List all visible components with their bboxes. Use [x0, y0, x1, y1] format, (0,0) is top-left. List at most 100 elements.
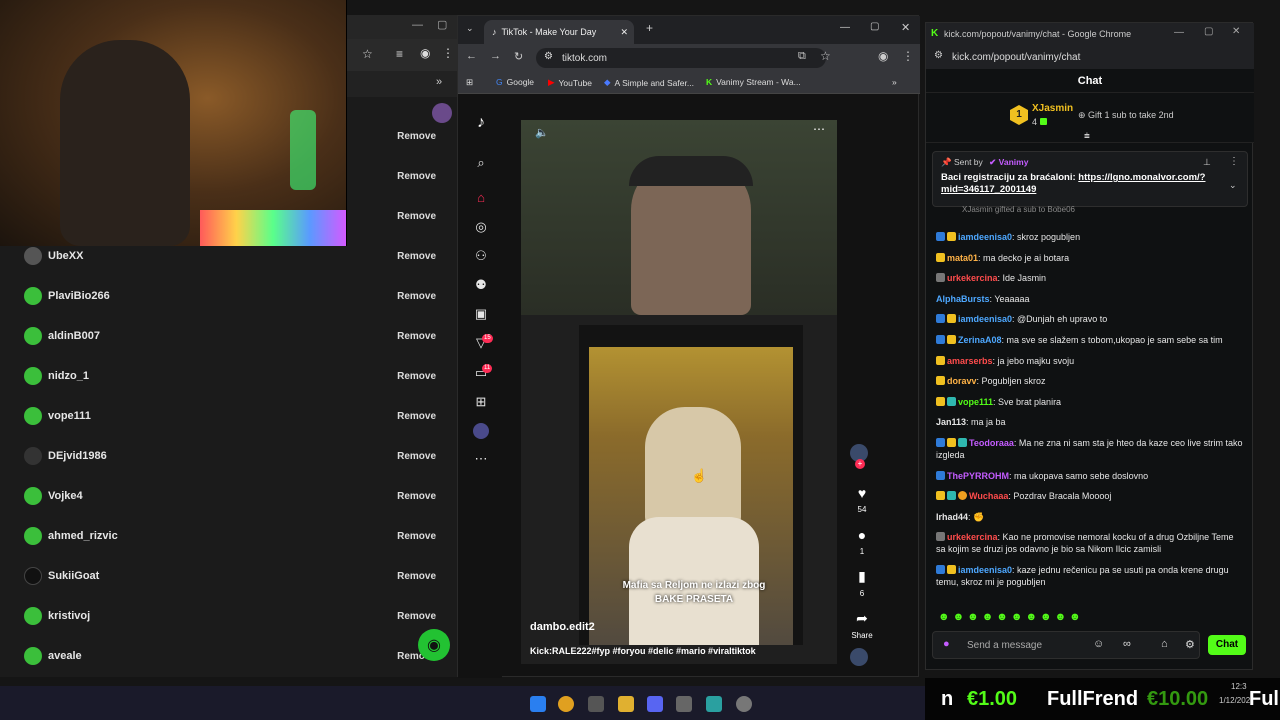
- volume-icon[interactable]: 🔈: [535, 126, 549, 139]
- site-info-icon[interactable]: ⚙: [934, 50, 943, 61]
- video-author[interactable]: dambo.edit2: [530, 621, 595, 633]
- menu-icon[interactable]: ⋮: [902, 49, 914, 63]
- close-window-icon[interactable]: ✕: [901, 21, 910, 34]
- emote-quick-bar[interactable]: ☻☻☻☻☻☻☻☻☻☻: [938, 611, 1138, 625]
- remove-button[interactable]: Remove: [397, 611, 436, 622]
- chevron-right-icon[interactable]: »: [892, 77, 897, 87]
- profile-avatar[interactable]: [473, 423, 489, 439]
- remove-button[interactable]: Remove: [397, 491, 436, 502]
- home-icon[interactable]: ⌂: [472, 188, 490, 206]
- chat-username[interactable]: urkekercina: [947, 532, 998, 542]
- chat-username[interactable]: ThePYRROHM: [947, 471, 1009, 481]
- discord-icon[interactable]: [647, 696, 663, 712]
- settings-icon[interactable]: ⚙: [1185, 638, 1195, 651]
- bookmark-google[interactable]: G Google: [496, 77, 534, 87]
- back-icon[interactable]: ←: [466, 50, 477, 62]
- tab-tiktok[interactable]: ♪ TikTok - Make Your Day ✕: [484, 20, 634, 44]
- more-options-icon[interactable]: ⋮: [1229, 156, 1239, 167]
- collapse-icon[interactable]: ⩧: [1084, 131, 1090, 142]
- app-icon[interactable]: [706, 696, 722, 712]
- upload-icon[interactable]: ⊞: [472, 393, 490, 411]
- reload-icon[interactable]: ↻: [514, 50, 523, 63]
- chat-username[interactable]: doravv: [947, 376, 977, 386]
- chat-username[interactable]: vope111: [958, 397, 993, 407]
- new-tab-icon[interactable]: +: [646, 21, 653, 35]
- remove-button[interactable]: Remove: [397, 571, 436, 582]
- remove-button[interactable]: Remove: [397, 331, 436, 342]
- remove-button[interactable]: Remove: [397, 211, 436, 222]
- remove-button[interactable]: Remove: [397, 131, 436, 142]
- more-icon[interactable]: ⋯: [472, 450, 490, 468]
- pin-icon[interactable]: ⊥: [1203, 157, 1211, 168]
- chat-username[interactable]: Wuchaaa: [969, 491, 1008, 501]
- video-player[interactable]: 🔈 ⋯ Mafia sa Reljom ne izlazi zbog BAKE …: [521, 120, 837, 664]
- remove-button[interactable]: Remove: [397, 291, 436, 302]
- emoji-icon[interactable]: ☺: [1093, 638, 1104, 650]
- close-icon[interactable]: ✕: [620, 27, 628, 38]
- chat-username[interactable]: mata01: [947, 253, 978, 263]
- chat-username[interactable]: AlphaBursts: [936, 294, 990, 304]
- video-description[interactable]: Kick:RALE222#fyp #foryou #delic #mario #…: [530, 646, 756, 656]
- following-icon[interactable]: ⚇: [472, 247, 490, 265]
- remove-button[interactable]: Remove: [397, 451, 436, 462]
- explore-icon[interactable]: ◎: [472, 218, 490, 236]
- bookmark-youtube[interactable]: ▶ YouTube: [548, 77, 592, 88]
- steam-icon[interactable]: [588, 696, 604, 712]
- chat-input[interactable]: ● Send a message ☺ ∞ ⌂ ⚙: [932, 631, 1200, 659]
- more-options-icon[interactable]: ⋯: [813, 122, 825, 136]
- chat-username[interactable]: urkekercina: [947, 273, 998, 283]
- settings-icon[interactable]: [736, 696, 752, 712]
- leader-name[interactable]: XJasmin: [1032, 103, 1073, 114]
- remove-button[interactable]: Remove: [397, 251, 436, 262]
- close-window-icon[interactable]: ✕: [1232, 26, 1240, 37]
- minimize-icon[interactable]: —: [840, 22, 850, 33]
- tiktok-logo-icon[interactable]: ♪: [472, 114, 490, 132]
- remove-button[interactable]: Remove: [397, 371, 436, 382]
- maximize-icon[interactable]: ▢: [870, 21, 879, 32]
- microphone-icon[interactable]: ●: [943, 638, 950, 650]
- star-icon[interactable]: ☆: [362, 47, 373, 61]
- chat-username[interactable]: Teodoraaa: [969, 438, 1014, 448]
- site-info-icon[interactable]: ⚙: [544, 51, 553, 62]
- like-action[interactable]: ♥ 54: [850, 485, 874, 514]
- store-icon[interactable]: ⌂: [1161, 638, 1168, 650]
- chat-username[interactable]: ZerinaA08: [958, 335, 1002, 345]
- clock-date[interactable]: 1/12/202: [1219, 696, 1250, 705]
- folder-icon[interactable]: [618, 696, 634, 712]
- chevron-right-icon[interactable]: »: [436, 76, 442, 88]
- remove-button[interactable]: Remove: [397, 171, 436, 182]
- remove-button[interactable]: Remove: [397, 411, 436, 422]
- menu-icon[interactable]: ⋮: [442, 46, 454, 60]
- comment-action[interactable]: ● 1: [850, 527, 874, 556]
- maximize-icon[interactable]: ▢: [437, 18, 447, 31]
- steam-icon[interactable]: [676, 696, 692, 712]
- chat-username[interactable]: Jan113: [936, 417, 966, 427]
- sound-disc-icon[interactable]: [850, 648, 868, 666]
- save-action[interactable]: ▮ 6: [850, 568, 874, 598]
- tab-search-icon[interactable]: ≡: [396, 47, 403, 61]
- apps-icon[interactable]: ⊞: [466, 77, 473, 88]
- chat-username[interactable]: iamdeenisa0: [958, 232, 1012, 242]
- remove-button[interactable]: Remove: [397, 531, 436, 542]
- support-chat-icon[interactable]: ◉: [418, 629, 450, 661]
- chat-username[interactable]: amarserbs: [947, 356, 993, 366]
- link-icon[interactable]: ∞: [1123, 638, 1131, 650]
- profile-icon[interactable]: ◉: [878, 49, 888, 63]
- install-app-icon[interactable]: ⧉: [798, 50, 806, 63]
- search-icon[interactable]: ⌕: [472, 154, 490, 172]
- chrome-icon[interactable]: [558, 696, 574, 712]
- maximize-icon[interactable]: ▢: [1204, 26, 1213, 37]
- pinned-sender[interactable]: Vanimy: [999, 157, 1029, 167]
- clock-time[interactable]: 12:3: [1231, 682, 1247, 691]
- chevron-down-icon[interactable]: ⌄: [1229, 180, 1237, 191]
- url-field[interactable]: ⚙ tiktok.com: [536, 48, 826, 68]
- start-icon[interactable]: [530, 696, 546, 712]
- chat-username[interactable]: iamdeenisa0: [958, 565, 1012, 575]
- live-icon[interactable]: ▣: [472, 305, 490, 323]
- follow-plus-icon[interactable]: +: [855, 459, 865, 469]
- minimize-icon[interactable]: —: [412, 19, 423, 31]
- friends-icon[interactable]: ⚉: [472, 276, 490, 294]
- share-action[interactable]: ➦ Share: [850, 610, 874, 640]
- chat-username[interactable]: iamdeenisa0: [958, 314, 1012, 324]
- bookmark-simple-safer[interactable]: ◆ A Simple and Safer...: [604, 77, 694, 88]
